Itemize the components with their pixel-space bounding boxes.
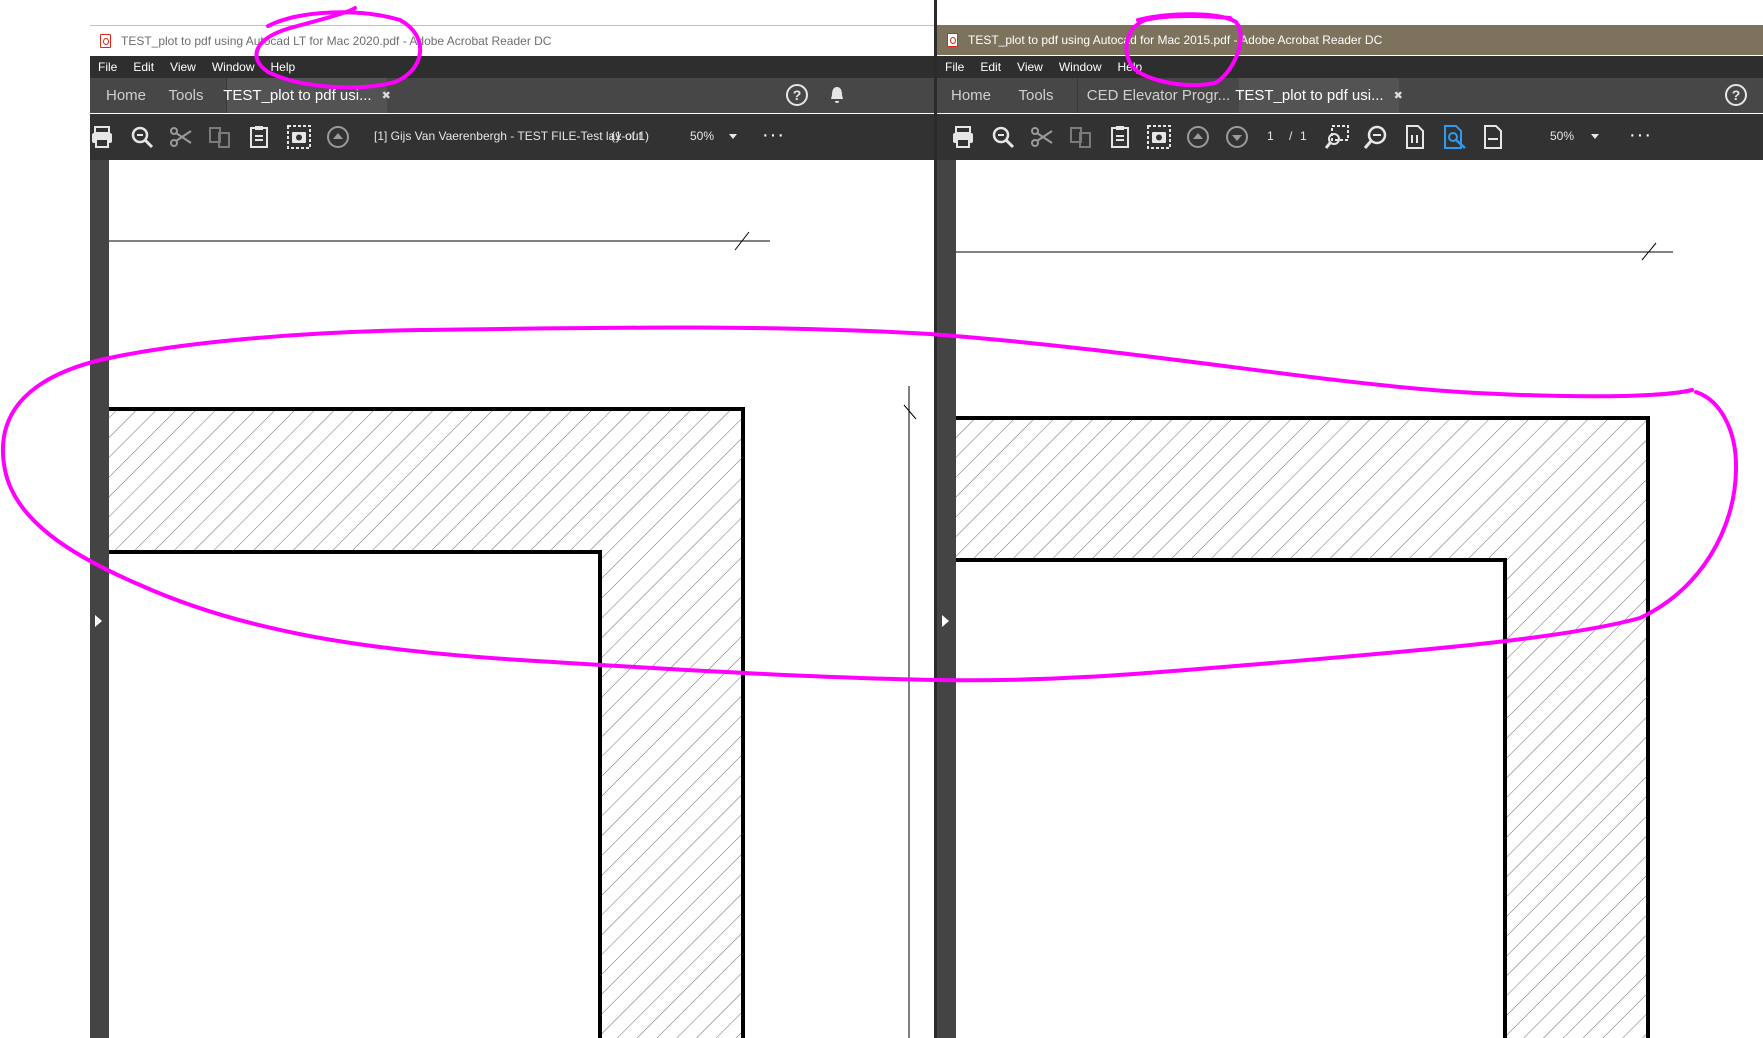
- document-view[interactable]: [956, 160, 1763, 1038]
- tab-document-label: TEST_plot to pdf usi...: [1235, 87, 1384, 104]
- tab-close-icon[interactable]: ✖: [1394, 89, 1403, 102]
- page-separator: /: [1289, 129, 1293, 143]
- menu-window[interactable]: Window: [212, 60, 255, 74]
- compare-icon[interactable]: [206, 123, 234, 151]
- print-icon[interactable]: [949, 123, 977, 151]
- snapshot-icon[interactable]: [285, 123, 313, 151]
- tab-close-icon[interactable]: ✖: [382, 89, 391, 102]
- total-pages: 1: [1300, 129, 1307, 143]
- menu-file[interactable]: File: [945, 60, 964, 74]
- tab-home-label: Home: [105, 87, 146, 104]
- scissors-icon[interactable]: [1028, 123, 1056, 151]
- print-icon[interactable]: [88, 123, 116, 151]
- wall-inner-edge: [956, 558, 1507, 1038]
- menu-edit[interactable]: Edit: [980, 60, 1001, 74]
- menu-view[interactable]: View: [170, 60, 196, 74]
- zoom-dropdown-icon[interactable]: [1591, 134, 1599, 139]
- find-icon[interactable]: [1440, 123, 1468, 151]
- drawing-canvas: [956, 242, 1673, 1038]
- toolbar: [1] Gijs Van Vaerenbergh - TEST FILE-Tes…: [90, 114, 937, 160]
- expand-panel-icon[interactable]: [95, 615, 102, 627]
- tab-tools-label: Tools: [168, 87, 204, 104]
- help-icon[interactable]: ?: [1725, 84, 1747, 106]
- zoom-value[interactable]: 50%: [690, 129, 714, 143]
- zoom-value[interactable]: 50%: [1550, 129, 1574, 143]
- bell-icon[interactable]: [830, 86, 844, 104]
- tab-home[interactable]: Home: [937, 78, 1005, 113]
- window-title: TEST_plot to pdf using Autocad for Mac 2…: [968, 33, 1383, 47]
- stamp-icon[interactable]: [1184, 123, 1212, 151]
- menu-help[interactable]: Help: [1118, 60, 1143, 74]
- stamp-down-icon[interactable]: [1223, 123, 1251, 151]
- tab-document-label: TEST_plot to pdf usi...: [223, 87, 372, 104]
- pdf-file-icon: [947, 33, 958, 47]
- current-page-input[interactable]: 1: [1267, 129, 1274, 143]
- wall-inner-edge: [109, 550, 602, 1038]
- menu-window[interactable]: Window: [1059, 60, 1102, 74]
- window-title: TEST_plot to pdf using Autocad LT for Ma…: [121, 34, 552, 48]
- menu-file[interactable]: File: [98, 60, 117, 74]
- help-icon[interactable]: ?: [786, 84, 808, 106]
- tab-tools[interactable]: Tools: [1005, 78, 1067, 113]
- hatched-wall: [109, 409, 743, 1038]
- tab-tools[interactable]: Tools: [156, 78, 216, 113]
- tab-other-document-label: CED Elevator Progr...: [1086, 87, 1231, 104]
- zoom-search-icon[interactable]: [989, 123, 1017, 151]
- fit-width-icon[interactable]: [1479, 123, 1507, 151]
- stamp-icon[interactable]: [324, 123, 352, 151]
- menu-help[interactable]: Help: [271, 60, 296, 74]
- left-panel-toggle[interactable]: [90, 160, 109, 1038]
- scissors-icon[interactable]: [167, 123, 195, 151]
- actual-size-icon[interactable]: [1401, 123, 1429, 151]
- more-tools-icon[interactable]: ···: [762, 124, 785, 147]
- pdf-file-icon: [100, 34, 111, 48]
- page-label[interactable]: [1] Gijs Van Vaerenbergh - TEST FILE-Tes…: [374, 129, 642, 143]
- page-count: (1 of 1): [611, 129, 650, 143]
- tab-tools-label: Tools: [1018, 87, 1054, 104]
- tab-bar: Home Tools TEST_plot to pdf usi... ✖ ?: [90, 78, 937, 113]
- tab-home-label: Home: [950, 87, 991, 104]
- menu-view[interactable]: View: [1017, 60, 1043, 74]
- expand-panel-icon[interactable]: [942, 615, 949, 627]
- menu-bar: File Edit View Window Help: [937, 56, 1763, 78]
- menu-bar: File Edit View Window Help: [90, 56, 937, 78]
- tab-bar: Home Tools CED Elevator Progr... TEST_pl…: [937, 78, 1763, 113]
- select-zoom-icon[interactable]: [1323, 123, 1351, 151]
- vertical-guide-tick: [903, 404, 917, 420]
- zoom-dropdown-icon[interactable]: [729, 134, 737, 139]
- left-panel-toggle[interactable]: [937, 160, 956, 1038]
- menu-edit[interactable]: Edit: [133, 60, 154, 74]
- tab-other-document[interactable]: CED Elevator Progr...: [1078, 78, 1239, 113]
- clipboard-icon[interactable]: [1106, 123, 1134, 151]
- toolbar: 1 / 1 50% ···: [937, 114, 1763, 160]
- right-acrobat-window: TEST_plot to pdf using Autocad for Mac 2…: [937, 0, 1763, 1038]
- snapshot-icon[interactable]: [1145, 123, 1173, 151]
- zoom-out-icon[interactable]: [1362, 123, 1390, 151]
- tab-document[interactable]: TEST_plot to pdf usi... ✖: [223, 78, 391, 113]
- clipboard-icon[interactable]: [245, 123, 273, 151]
- zoom-search-icon[interactable]: [128, 123, 156, 151]
- hatched-wall: [956, 418, 1648, 1038]
- title-bar: TEST_plot to pdf using Autocad for Mac 2…: [937, 25, 1763, 55]
- drawing-canvas: [109, 231, 917, 1038]
- more-tools-icon[interactable]: ···: [1629, 124, 1652, 147]
- left-acrobat-window: TEST_plot to pdf using Autocad LT for Ma…: [0, 0, 937, 1038]
- compare-icon[interactable]: [1067, 123, 1095, 151]
- tab-home[interactable]: Home: [96, 78, 156, 113]
- document-view[interactable]: [109, 160, 937, 1038]
- title-bar: TEST_plot to pdf using Autocad LT for Ma…: [90, 25, 937, 56]
- tab-document[interactable]: TEST_plot to pdf usi... ✖: [1235, 78, 1403, 113]
